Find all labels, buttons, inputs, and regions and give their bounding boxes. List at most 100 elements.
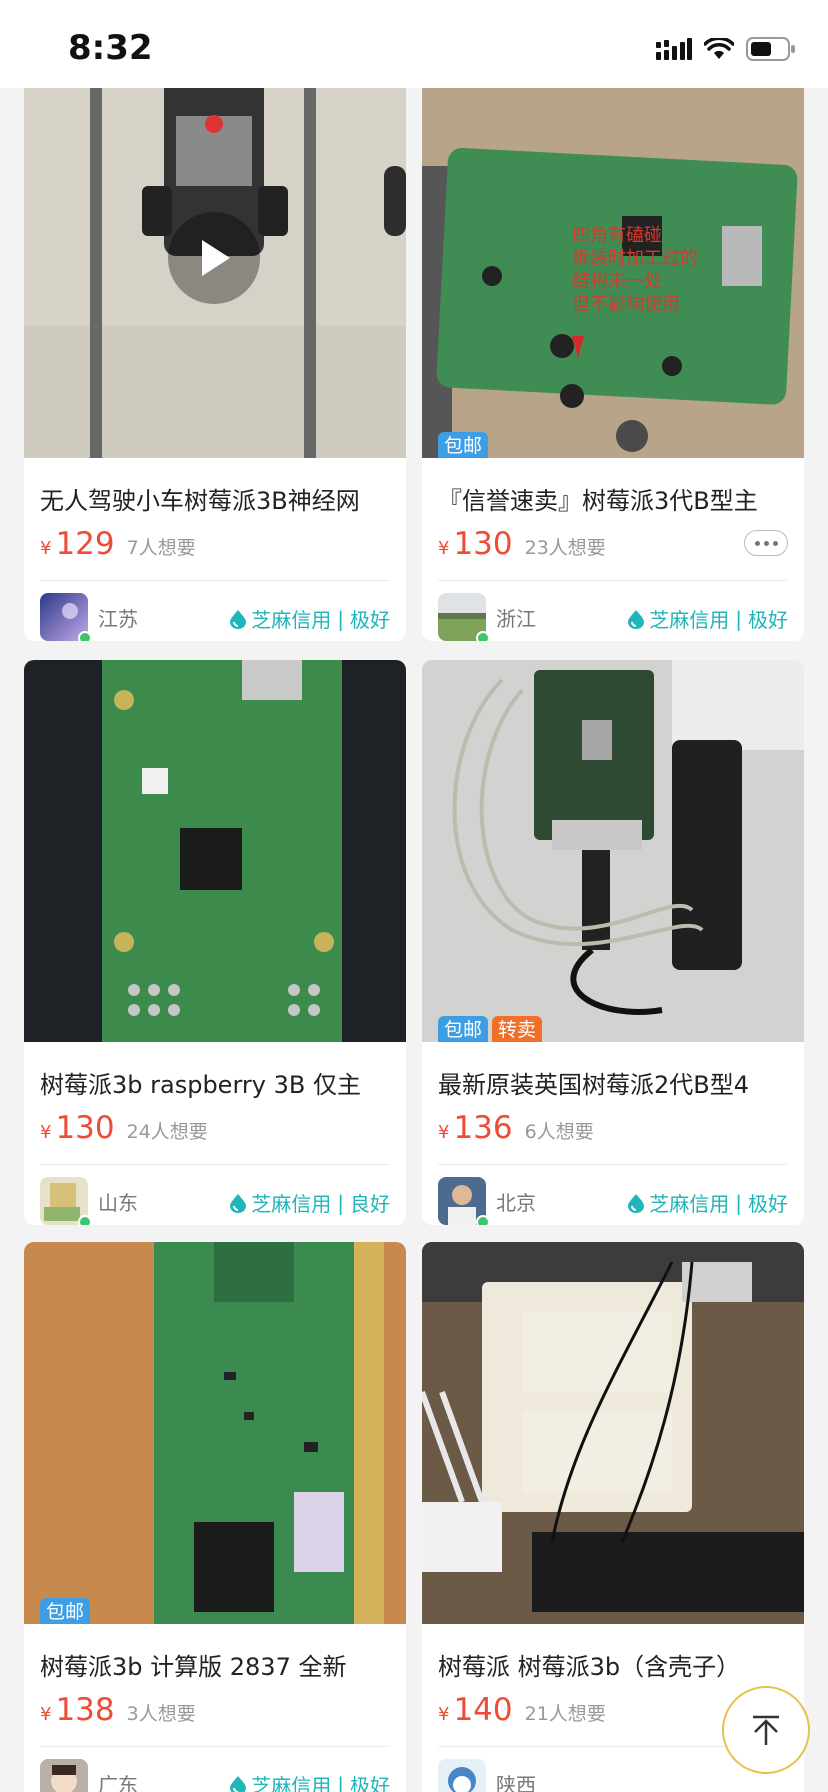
seller-region: 江苏 xyxy=(98,606,138,631)
credit-rating: 芝麻信用 | 极好 xyxy=(229,604,390,633)
price-row: ¥ 129 7人想要 xyxy=(40,526,390,566)
status-time: 8:32 xyxy=(68,28,153,68)
price-row: ¥ 138 3人想要 xyxy=(40,1692,390,1732)
badges: 包邮 转卖 xyxy=(438,1016,543,1042)
divider xyxy=(40,1746,390,1747)
product-photo[interactable]: 四角有磕碰 拆装时加工过的 结构未一处 但不影响使用 包邮 xyxy=(422,76,804,458)
free-shipping-badge: 包邮 xyxy=(40,1598,91,1624)
product-card[interactable]: 树莓派3b raspberry 3B 仅主 ¥ 130 24人想要 山东 芝麻信… xyxy=(24,660,406,1225)
currency-symbol: ¥ xyxy=(438,1704,450,1725)
product-price: 138 xyxy=(55,1692,115,1728)
credit-label: 芝麻信用 xyxy=(251,1774,332,1792)
wants-count: 24人想要 xyxy=(126,1121,208,1143)
product-price: 129 xyxy=(55,526,115,562)
seller-row[interactable]: 江苏 芝麻信用 | 极好 xyxy=(40,593,390,641)
online-indicator xyxy=(476,1215,490,1225)
more-dots-icon[interactable] xyxy=(744,530,788,556)
price-row: ¥ 136 6人想要 xyxy=(438,1110,788,1150)
sesame-credit-icon xyxy=(230,1775,247,1792)
seller-row[interactable]: 北京 芝麻信用 | 极好 xyxy=(438,1177,788,1225)
product-title[interactable]: 树莓派3b raspberry 3B 仅主 xyxy=(40,1068,390,1102)
wants-count: 7人想要 xyxy=(126,537,196,559)
product-card[interactable]: 四角有磕碰 拆装时加工过的 结构未一处 但不影响使用 包邮 『信誉速卖』树莓派3… xyxy=(422,76,804,641)
divider xyxy=(40,580,390,581)
seller-region: 北京 xyxy=(496,1190,536,1215)
back-to-top-button[interactable] xyxy=(722,1686,810,1774)
badges: 包邮 xyxy=(438,432,489,458)
seller-row[interactable]: 广东 芝麻信用 | 极好 xyxy=(40,1759,390,1792)
wants-count: 21人想要 xyxy=(524,1703,606,1725)
status-icons xyxy=(656,34,796,64)
seller-row[interactable]: 陕西 xyxy=(438,1759,788,1792)
credit-label: 芝麻信用 xyxy=(649,608,730,632)
avatar[interactable] xyxy=(40,1177,92,1225)
product-photo[interactable] xyxy=(24,660,406,1042)
seller-region: 浙江 xyxy=(496,606,536,631)
sesame-credit-icon xyxy=(628,609,645,629)
divider xyxy=(438,1164,788,1165)
free-shipping-badge: 包邮 xyxy=(438,432,489,458)
seller-row[interactable]: 山东 芝麻信用 | 良好 xyxy=(40,1177,390,1225)
credit-label: 芝麻信用 xyxy=(251,608,332,632)
seller-region: 陕西 xyxy=(496,1772,536,1792)
credit-label: 芝麻信用 xyxy=(649,1192,730,1216)
seller-region: 广东 xyxy=(98,1772,138,1792)
avatar[interactable] xyxy=(438,593,490,641)
resale-badge: 转卖 xyxy=(492,1016,543,1042)
product-title[interactable]: 最新原装英国树莓派2代B型4 xyxy=(438,1068,788,1102)
currency-symbol: ¥ xyxy=(438,1122,450,1143)
credit-rating: 芝麻信用 | 良好 xyxy=(229,1188,390,1217)
wants-count: 3人想要 xyxy=(126,1703,196,1725)
product-title[interactable]: 树莓派 树莓派3b（含壳子） xyxy=(438,1650,788,1684)
arrow-up-icon xyxy=(753,1715,779,1745)
product-title[interactable]: 树莓派3b 计算版 2837 全新 xyxy=(40,1650,390,1684)
price-row: ¥ 130 23人想要 xyxy=(438,526,788,566)
product-card[interactable]: 包邮 树莓派3b 计算版 2837 全新 ¥ 138 3人想要 广东 芝麻信用 … xyxy=(24,1242,406,1792)
badges: 包邮 xyxy=(40,1598,91,1624)
avatar[interactable] xyxy=(40,593,92,641)
battery-icon xyxy=(746,37,795,61)
wants-count: 23人想要 xyxy=(524,537,606,559)
product-photo[interactable]: 包邮 转卖 xyxy=(422,660,804,1042)
divider xyxy=(40,1164,390,1165)
seller-row[interactable]: 浙江 芝麻信用 | 极好 xyxy=(438,593,788,641)
sesame-credit-icon xyxy=(230,609,247,629)
sesame-credit-icon xyxy=(230,1193,247,1213)
product-price: 130 xyxy=(453,526,513,562)
divider xyxy=(438,580,788,581)
wifi-icon xyxy=(704,38,734,59)
online-indicator xyxy=(476,631,490,641)
product-price: 140 xyxy=(453,1692,513,1728)
svg-text:结构未一处: 结构未一处 xyxy=(572,271,662,292)
credit-label: 芝麻信用 xyxy=(251,1192,332,1216)
seller-region: 山东 xyxy=(98,1190,138,1215)
avatar[interactable] xyxy=(438,1177,490,1225)
avatar[interactable] xyxy=(438,1759,486,1792)
product-card[interactable]: 包邮 转卖 最新原装英国树莓派2代B型4 ¥ 136 6人想要 北京 芝麻信用 … xyxy=(422,660,804,1225)
product-card[interactable]: 无人驾驶小车树莓派3B神经网 ¥ 129 7人想要 江苏 芝麻信用 | 极好 xyxy=(24,76,406,641)
currency-symbol: ¥ xyxy=(40,1704,52,1725)
avatar[interactable] xyxy=(40,1759,88,1792)
credit-level: 极好 xyxy=(350,608,390,632)
currency-symbol: ¥ xyxy=(40,1122,52,1143)
free-shipping-badge: 包邮 xyxy=(438,1016,489,1042)
svg-text:拆装时加工过的: 拆装时加工过的 xyxy=(572,248,698,269)
product-price: 136 xyxy=(453,1110,513,1146)
svg-text:四角有磕碰: 四角有磕碰 xyxy=(572,225,662,246)
credit-rating: 芝麻信用 | 极好 xyxy=(627,604,788,633)
product-price: 130 xyxy=(55,1110,115,1146)
price-row: ¥ 130 24人想要 xyxy=(40,1110,390,1150)
product-photo[interactable]: 包邮 xyxy=(24,1242,406,1624)
product-title[interactable]: 『信誉速卖』树莓派3代B型主 xyxy=(438,484,788,518)
wants-count: 6人想要 xyxy=(524,1121,594,1143)
online-indicator xyxy=(78,631,92,641)
product-title[interactable]: 无人驾驶小车树莓派3B神经网 xyxy=(40,484,390,518)
credit-level: 极好 xyxy=(748,608,788,632)
online-indicator xyxy=(78,1215,92,1225)
product-photo[interactable] xyxy=(24,76,406,458)
currency-symbol: ¥ xyxy=(438,538,450,559)
credit-level: 极好 xyxy=(350,1774,390,1792)
credit-level: 良好 xyxy=(350,1192,390,1216)
credit-level: 极好 xyxy=(748,1192,788,1216)
product-photo[interactable] xyxy=(422,1242,804,1624)
